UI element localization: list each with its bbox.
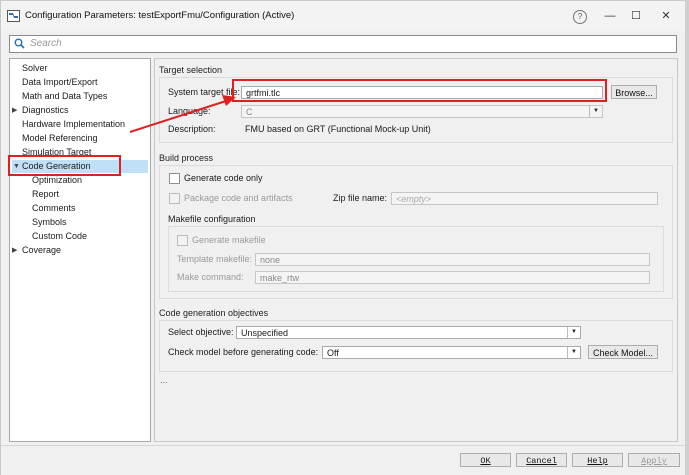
- annotation-arrow-icon: [129, 95, 236, 133]
